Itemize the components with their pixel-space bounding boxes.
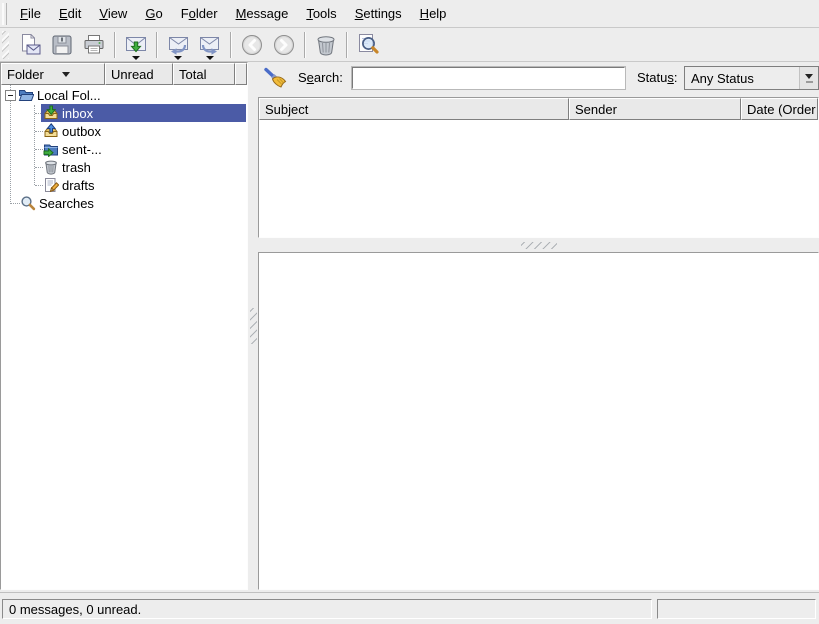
forward-nav-button[interactable]	[269, 30, 299, 60]
menu-file[interactable]: File	[11, 2, 50, 25]
back-icon	[240, 33, 264, 57]
header-filler	[235, 63, 247, 85]
message-list: Subject Sender Date (Order of Arrival)	[258, 97, 819, 238]
tree-line	[35, 185, 43, 186]
status-right-section	[657, 599, 816, 619]
dropdown-caret-icon	[174, 56, 182, 60]
drafts-icon	[43, 177, 59, 193]
folder-tree-item-outbox[interactable]: outbox	[43, 122, 101, 140]
save-button[interactable]	[47, 30, 77, 60]
search-label: Search:	[298, 70, 343, 85]
toolbar-separator	[230, 32, 232, 58]
folder-tree-item-inbox[interactable]: inbox	[41, 104, 246, 122]
save-icon	[50, 33, 74, 57]
combobox-dash	[806, 81, 813, 83]
splitter-grip-icon	[250, 308, 257, 344]
status-combobox[interactable]: Any Status	[684, 66, 819, 90]
toolbar-separator	[156, 32, 158, 58]
dropdown-caret-icon	[206, 56, 214, 60]
sort-arrow-icon	[62, 72, 70, 77]
menu-tools[interactable]: Tools	[297, 2, 345, 25]
date-column-header[interactable]: Date (Order of Arrival)	[741, 98, 818, 120]
splitter-grip-icon	[521, 242, 557, 249]
main-area: Folder Unread Total	[0, 62, 819, 590]
forward-button[interactable]	[195, 30, 225, 60]
forward-nav-icon	[272, 33, 296, 57]
folder-open-icon	[18, 87, 34, 103]
menu-view[interactable]: View	[90, 2, 136, 25]
unread-column-header[interactable]: Unread	[105, 63, 173, 85]
new-message-button[interactable]	[15, 30, 45, 60]
subject-column-header[interactable]: Subject	[259, 98, 569, 120]
check-mail-icon	[124, 33, 148, 57]
menu-bar: File Edit View Go Folder Message Tools S…	[0, 0, 819, 28]
status-bar: 0 messages, 0 unread.	[0, 592, 819, 624]
reply-icon	[166, 33, 190, 57]
dropdown-caret-icon	[132, 56, 140, 60]
clear-search-button[interactable]	[260, 64, 290, 94]
kmail-window: File Edit View Go Folder Message Tools S…	[0, 0, 819, 624]
trash-icon	[314, 33, 338, 57]
horizontal-splitter[interactable]	[258, 238, 819, 252]
outbox-icon	[43, 123, 59, 139]
toolbar-separator	[114, 32, 116, 58]
search-bar: Search: Status: Any Status	[258, 62, 819, 95]
main-toolbar	[0, 28, 819, 62]
toolbar-separator	[304, 32, 306, 58]
folder-tree: Local Fol... inbox	[1, 85, 247, 589]
new-message-icon	[18, 33, 42, 57]
message-list-header: Subject Sender Date (Order of Arrival)	[259, 98, 818, 120]
inbox-icon	[43, 105, 59, 121]
menu-help[interactable]: Help	[411, 2, 456, 25]
message-preview-pane[interactable]	[258, 252, 819, 590]
sender-column-header[interactable]: Sender	[569, 98, 741, 120]
status-combobox-value: Any Status	[685, 71, 799, 86]
folder-panel: Folder Unread Total	[0, 62, 248, 590]
folder-tree-item-local-folders[interactable]: Local Fol...	[18, 86, 101, 104]
collapse-expander-icon[interactable]	[5, 90, 16, 101]
tree-line	[35, 149, 43, 150]
folder-column-header[interactable]: Folder	[1, 63, 105, 85]
trash-folder-icon	[43, 159, 59, 175]
folder-tree-item-trash[interactable]: trash	[43, 158, 91, 176]
sent-icon	[43, 141, 59, 157]
toolbar-handle[interactable]	[2, 31, 9, 59]
folder-tree-item-searches[interactable]: Searches	[20, 194, 94, 212]
search-folder-icon	[20, 195, 36, 211]
menu-settings[interactable]: Settings	[346, 2, 411, 25]
tree-line	[35, 167, 43, 168]
find-button[interactable]	[353, 30, 383, 60]
broom-icon	[262, 66, 289, 93]
chevron-down-icon	[805, 74, 813, 79]
print-button[interactable]	[79, 30, 109, 60]
total-column-header[interactable]: Total	[173, 63, 235, 85]
menu-message[interactable]: Message	[227, 2, 298, 25]
find-icon	[355, 32, 381, 58]
menu-edit[interactable]: Edit	[50, 2, 90, 25]
tree-line	[11, 203, 20, 204]
vertical-splitter[interactable]	[248, 62, 258, 590]
combobox-dropdown-button[interactable]	[799, 67, 818, 89]
menubar-handle[interactable]	[2, 3, 7, 25]
check-mail-button[interactable]	[121, 30, 151, 60]
tree-line	[34, 105, 35, 185]
folder-tree-item-drafts[interactable]: drafts	[43, 176, 95, 194]
reply-button[interactable]	[163, 30, 193, 60]
toolbar-separator	[346, 32, 348, 58]
trash-button[interactable]	[311, 30, 341, 60]
tree-line	[35, 131, 43, 132]
status-message-count: 0 messages, 0 unread.	[2, 599, 652, 619]
status-label: Status:	[637, 70, 677, 85]
print-icon	[82, 33, 106, 57]
message-list-body[interactable]	[259, 120, 818, 237]
message-area: Search: Status: Any Status Subject	[258, 62, 819, 590]
folder-panel-header: Folder Unread Total	[1, 63, 247, 85]
folder-tree-item-sent[interactable]: sent-...	[43, 140, 102, 158]
forward-icon	[198, 33, 222, 57]
back-button[interactable]	[237, 30, 267, 60]
menu-folder[interactable]: Folder	[172, 2, 227, 25]
search-input[interactable]	[352, 67, 625, 89]
menu-go[interactable]: Go	[136, 2, 171, 25]
tree-line	[10, 85, 11, 204]
